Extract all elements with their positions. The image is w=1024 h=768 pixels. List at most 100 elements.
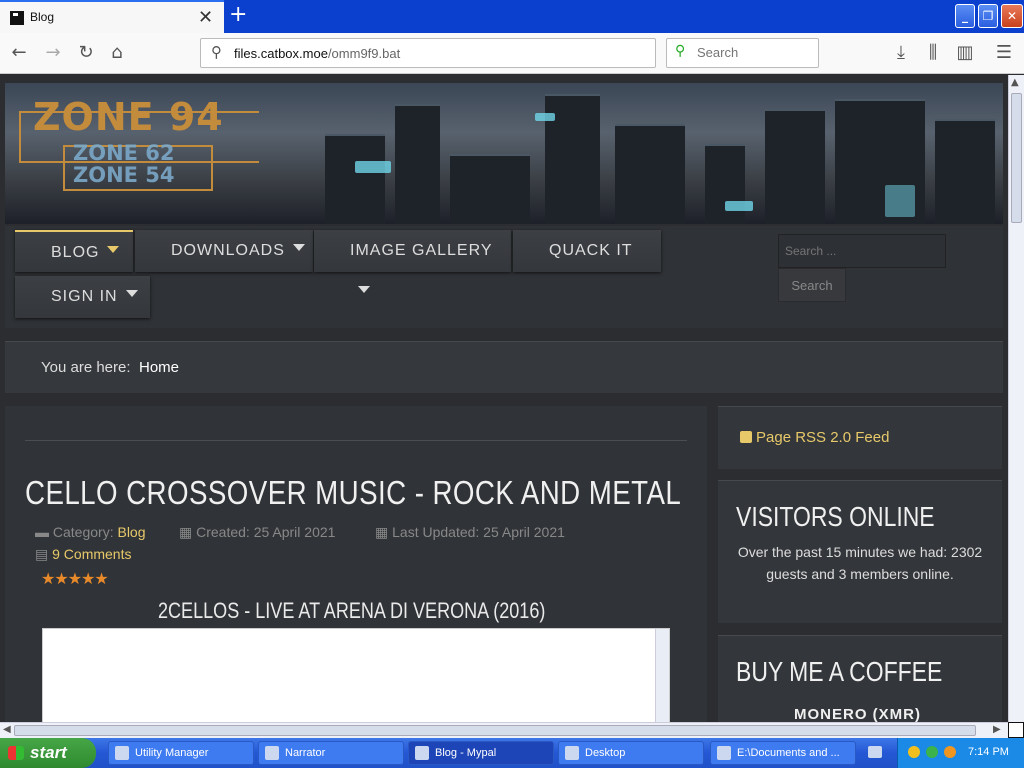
star-icon[interactable]: ★ <box>54 569 68 588</box>
folder-icon: ▬ <box>35 524 49 540</box>
task-desktop[interactable]: Desktop <box>558 741 704 765</box>
info-icon: ⚲ <box>211 43 222 61</box>
scroll-thumb[interactable] <box>1011 93 1022 223</box>
new-tab-button[interactable]: + <box>229 2 247 27</box>
app-icon <box>415 746 429 760</box>
start-button[interactable]: start <box>0 738 96 768</box>
navigation-bar: ← → ↻ ⌂ ⚲ files.catbox.moe/omm9f9.bat ⚲ … <box>0 33 1024 74</box>
task-explorer[interactable]: E:\Documents and ... <box>710 741 856 765</box>
site-logo-sub: ZONE 54 <box>73 163 175 187</box>
site-search-input[interactable] <box>778 234 946 268</box>
search-engine-icon: ⚲ <box>675 43 686 59</box>
library-icon[interactable]: ⫼ <box>922 42 944 64</box>
article-title[interactable]: CELLO CROSSOVER MUSIC - ROCK AND METAL <box>25 474 681 512</box>
site-logo[interactable]: ZONE 94 <box>33 95 224 139</box>
chevron-down-icon <box>107 246 120 254</box>
article-created: ▦ Created: 25 April 2021 <box>179 524 336 540</box>
calendar-icon: ▦ <box>179 524 193 540</box>
windows-logo-icon <box>8 746 24 760</box>
video-scrollbar[interactable] <box>655 629 669 722</box>
taskbar: start Utility Manager Narrator Blog - My… <box>0 738 1024 768</box>
horizontal-scrollbar[interactable]: ◀ ▶ <box>0 722 1008 738</box>
rss-link[interactable]: Page RSS 2.0 Feed <box>740 429 889 446</box>
task-narrator[interactable]: Narrator <box>258 741 404 765</box>
site-search-button[interactable]: Search <box>778 268 846 302</box>
url-text: files.catbox.moe/omm9f9.bat <box>234 46 401 61</box>
back-icon[interactable]: ← <box>8 42 30 64</box>
banner-building <box>935 119 995 224</box>
category-link[interactable]: Blog <box>117 524 145 540</box>
breadcrumb-home[interactable]: Home <box>139 359 179 376</box>
comments-link[interactable]: 9 Comments <box>52 546 131 562</box>
web-page: ZONE 94 ZONE 62 ZONE 54 BLOG DOWNLOADS I… <box>0 75 1008 722</box>
task-blog-mypal[interactable]: Blog - Mypal <box>408 741 554 765</box>
menu-item-blog[interactable]: BLOG <box>15 230 133 272</box>
banner-building <box>395 104 440 224</box>
chevron-down-icon <box>125 290 138 298</box>
banner-building <box>615 124 685 224</box>
article-comments: ▤ 9 Comments <box>35 546 131 563</box>
browser-search-box[interactable]: ⚲ <box>666 38 819 68</box>
download-icon[interactable]: ⤓ <box>890 42 912 64</box>
close-tab-icon[interactable]: ✕ <box>198 7 213 28</box>
star-icon[interactable]: ★ <box>68 569 82 588</box>
coffee-title: BUY ME A COFFEE <box>736 656 943 687</box>
search-icon[interactable] <box>944 746 956 758</box>
divider <box>25 440 687 441</box>
scroll-corner <box>1008 722 1024 738</box>
rss-icon <box>740 431 752 443</box>
shield-icon[interactable] <box>908 746 920 758</box>
network-icon[interactable] <box>926 746 938 758</box>
banner-building <box>450 154 530 224</box>
scroll-up-icon[interactable]: ▲ <box>1011 77 1019 88</box>
chevron-down-icon <box>358 286 370 294</box>
site-menu: BLOG DOWNLOADS IMAGE GALLERY QUACK IT SI… <box>5 226 1003 328</box>
visitors-module: VISITORS ONLINE Over the past 15 minutes… <box>718 480 1002 623</box>
clock: 7:14 PM <box>968 746 1009 758</box>
breadcrumb: You are here: Home <box>5 341 1003 393</box>
scroll-right-icon[interactable]: ▶ <box>993 724 1001 735</box>
star-icon[interactable]: ★ <box>94 569 108 588</box>
comment-icon: ▤ <box>35 546 49 562</box>
rating-stars[interactable]: ★★★★★ <box>41 569 109 588</box>
banner-building <box>765 109 825 224</box>
maximize-button[interactable]: ❐ <box>978 4 998 28</box>
site-logo-sub: ZONE 62 <box>73 141 175 165</box>
calendar-icon: ▦ <box>375 524 389 540</box>
banner-building <box>705 144 745 224</box>
star-icon[interactable]: ★ <box>41 569 55 588</box>
article-updated: ▦ Last Updated: 25 April 2021 <box>375 524 565 540</box>
close-window-button[interactable]: ✕ <box>1001 4 1023 28</box>
app-icon <box>115 746 129 760</box>
menu-item-downloads[interactable]: DOWNLOADS <box>135 230 313 272</box>
scroll-left-icon[interactable]: ◀ <box>3 724 11 735</box>
home-icon[interactable]: ⌂ <box>106 42 128 64</box>
reload-icon[interactable]: ↻ <box>75 42 97 64</box>
tab-title: Blog <box>30 10 55 24</box>
rss-module: Page RSS 2.0 Feed <box>718 406 1002 469</box>
tab-blog[interactable]: Blog ✕ <box>0 0 224 33</box>
scroll-thumb[interactable] <box>14 725 976 736</box>
coffee-coin: MONERO (XMR) <box>794 706 921 722</box>
banner-light <box>535 113 555 121</box>
task-utility-manager[interactable]: Utility Manager <box>108 741 254 765</box>
visitors-title: VISITORS ONLINE <box>736 501 935 532</box>
menu-item-sign-in[interactable]: SIGN IN <box>15 276 150 318</box>
folder-icon <box>717 746 731 760</box>
site-favicon-icon <box>10 11 24 25</box>
url-bar[interactable]: ⚲ files.catbox.moe/omm9f9.bat <box>200 38 656 68</box>
menu-item-quack-it[interactable]: QUACK IT <box>513 230 661 272</box>
star-icon[interactable]: ★ <box>81 569 95 588</box>
menu-item-image-gallery[interactable]: IMAGE GALLERY <box>314 230 511 294</box>
sidebar-icon[interactable]: ▥ <box>954 42 976 64</box>
minimize-button[interactable]: _ <box>955 4 975 28</box>
vertical-scrollbar[interactable]: ▲ <box>1008 75 1024 722</box>
keyboard-icon[interactable] <box>868 746 882 758</box>
browser-search-input[interactable] <box>697 45 807 60</box>
chevron-down-icon <box>292 244 305 252</box>
video-embed[interactable] <box>42 628 670 722</box>
article-subtitle: 2CELLOS - LIVE AT ARENA DI VERONA (2016) <box>158 598 546 623</box>
menu-icon[interactable]: ☰ <box>993 42 1015 64</box>
banner-building <box>325 134 385 224</box>
forward-icon[interactable]: → <box>42 42 64 64</box>
